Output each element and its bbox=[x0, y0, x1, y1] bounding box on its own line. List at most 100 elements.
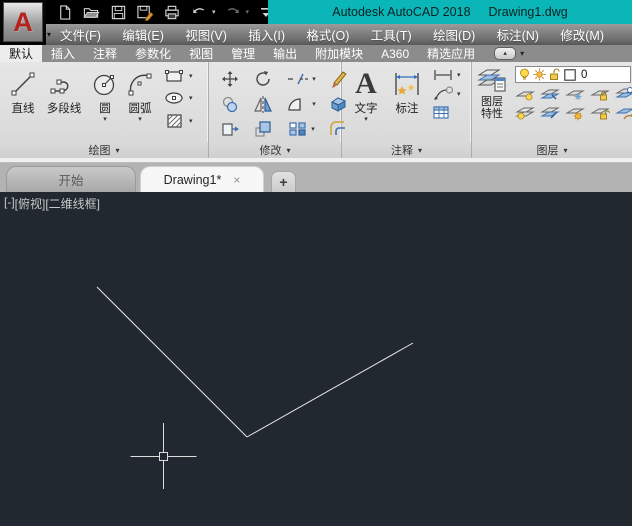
ribbon-tab-home[interactable]: 默认 bbox=[0, 45, 43, 62]
file-tab-close-icon[interactable]: × bbox=[233, 173, 240, 187]
menu-dimension[interactable]: 标注(N) bbox=[497, 25, 539, 44]
menu-draw[interactable]: 绘图(D) bbox=[433, 25, 475, 44]
move-icon bbox=[222, 70, 238, 87]
text-button[interactable]: A 文字 ▾ bbox=[348, 66, 384, 142]
linear-dimension-dropdown-icon[interactable]: ▾ bbox=[457, 71, 461, 79]
model-space-canvas[interactable] bbox=[0, 192, 632, 526]
layer-properties-button[interactable]: 图层特性 bbox=[477, 65, 507, 142]
menu-insert[interactable]: 插入(I) bbox=[248, 25, 285, 44]
line-button[interactable]: 直线 bbox=[6, 66, 40, 142]
ribbon-tab-parametric[interactable]: 参数化 bbox=[126, 45, 180, 62]
layers-panel: 图层特性 0 图层 ▾ bbox=[472, 62, 632, 158]
visual-style-control[interactable]: [二维线框] bbox=[45, 195, 100, 212]
new-file-icon[interactable] bbox=[54, 2, 74, 22]
layer-unlock-all-button[interactable] bbox=[590, 105, 610, 121]
modify-panel-footer[interactable]: 修改 ▾ bbox=[209, 142, 341, 158]
annotation-panel-footer[interactable]: 注释 ▾ bbox=[342, 142, 471, 158]
layer-lock-button[interactable] bbox=[590, 86, 610, 102]
linear-dimension-button[interactable]: ▾ bbox=[432, 68, 461, 82]
arc-button[interactable]: 圆弧 ▾ bbox=[122, 66, 158, 142]
polyline-button[interactable]: 多段线 bbox=[40, 66, 88, 142]
drawing-viewport[interactable]: [-] [俯视] [二维线框] bbox=[0, 192, 632, 526]
ribbon-tab-a360[interactable]: A360 bbox=[372, 45, 418, 62]
leader-button[interactable]: ▾ bbox=[432, 86, 461, 101]
array-dropdown-icon[interactable]: ▾ bbox=[311, 125, 315, 133]
ellipse-button[interactable]: ▾ bbox=[164, 90, 193, 106]
ribbon: 直线 多段线 圆 ▾ 圆弧 ▾ ▾ ▾ ▾ 绘图 ▾ ▾ ▾ ▾ 修改 ▾ A … bbox=[0, 62, 632, 158]
arc-icon bbox=[125, 66, 155, 102]
ribbon-minimize-button[interactable]: ▴ bbox=[494, 47, 517, 60]
menu-format[interactable]: 格式(O) bbox=[306, 25, 349, 44]
menu-view[interactable]: 视图(V) bbox=[185, 25, 227, 44]
app-title: Autodesk AutoCAD 2018 bbox=[332, 5, 471, 19]
text-dropdown-icon[interactable]: ▾ bbox=[364, 116, 368, 123]
viewport-menu-control[interactable]: [-] bbox=[4, 195, 15, 212]
hatch-dropdown-icon[interactable]: ▾ bbox=[189, 117, 193, 125]
mirror-button[interactable] bbox=[253, 94, 273, 114]
fillet-button[interactable]: ▾ bbox=[286, 96, 316, 112]
rotate-button[interactable] bbox=[253, 69, 273, 89]
menu-file[interactable]: 文件(F) bbox=[60, 25, 101, 44]
menu-tools[interactable]: 工具(T) bbox=[371, 25, 412, 44]
layer-thaw-all-button[interactable] bbox=[565, 105, 585, 121]
draw-panel-footer[interactable]: 绘图 ▾ bbox=[0, 142, 208, 158]
layer-on-bulb-icon bbox=[520, 68, 529, 80]
ribbon-tab-featured-apps[interactable]: 精选应用 bbox=[418, 45, 484, 62]
stretch-button[interactable] bbox=[220, 120, 240, 138]
application-menu-button[interactable]: A ▾ bbox=[3, 2, 51, 42]
save-as-icon[interactable] bbox=[135, 2, 155, 22]
menu-edit[interactable]: 编辑(E) bbox=[122, 25, 164, 44]
redo-icon[interactable] bbox=[223, 2, 243, 22]
dimension-icon bbox=[392, 66, 422, 102]
menu-modify[interactable]: 修改(M) bbox=[560, 25, 604, 44]
ribbon-minimize-icon: ▴ bbox=[503, 50, 507, 57]
ribbon-tab-annotate[interactable]: 注释 bbox=[84, 45, 126, 62]
ribbon-minimize-dropdown-icon[interactable]: ▾ bbox=[520, 49, 524, 58]
layer-isolate-button[interactable] bbox=[540, 86, 560, 102]
ribbon-tab-manage[interactable]: 管理 bbox=[222, 45, 264, 62]
move-button[interactable] bbox=[220, 69, 240, 89]
circle-dropdown-icon[interactable]: ▾ bbox=[103, 116, 107, 123]
menu-bar: 文件(F) 编辑(E) 视图(V) 插入(I) 格式(O) 工具(T) 绘图(D… bbox=[46, 24, 632, 45]
hatch-button[interactable]: ▾ bbox=[164, 112, 193, 130]
fillet-dropdown-icon[interactable]: ▾ bbox=[312, 100, 316, 108]
file-tab-drawing1[interactable]: Drawing1* × bbox=[140, 166, 264, 192]
layer-freeze-button[interactable] bbox=[565, 86, 585, 102]
redo-dropdown-icon[interactable]: ▾ bbox=[246, 8, 250, 16]
layer-make-current-button[interactable] bbox=[615, 86, 632, 102]
ribbon-tab-view[interactable]: 视图 bbox=[180, 45, 222, 62]
rectangle-dropdown-icon[interactable]: ▾ bbox=[189, 72, 193, 80]
new-drawing-tab-button[interactable]: + bbox=[271, 171, 296, 192]
drawn-line-1[interactable] bbox=[96, 286, 248, 438]
layer-match-button[interactable] bbox=[615, 105, 632, 121]
arc-dropdown-icon[interactable]: ▾ bbox=[138, 116, 142, 123]
plot-icon[interactable] bbox=[162, 2, 182, 22]
rectangle-button[interactable]: ▾ bbox=[164, 68, 193, 84]
ribbon-tab-output[interactable]: 输出 bbox=[264, 45, 306, 62]
drawn-line-2[interactable] bbox=[246, 342, 414, 438]
layer-on-all-button[interactable] bbox=[515, 105, 535, 121]
layers-panel-footer[interactable]: 图层 ▾ bbox=[472, 142, 632, 158]
ribbon-tab-addins[interactable]: 附加模块 bbox=[306, 45, 372, 62]
dimension-button[interactable]: 标注 bbox=[388, 66, 426, 142]
copy-button[interactable] bbox=[220, 94, 240, 114]
undo-dropdown-icon[interactable]: ▾ bbox=[212, 8, 216, 16]
undo-icon[interactable] bbox=[189, 2, 209, 22]
ribbon-tab-insert[interactable]: 插入 bbox=[42, 45, 84, 62]
open-icon[interactable] bbox=[81, 2, 101, 22]
circle-button[interactable]: 圆 ▾ bbox=[88, 66, 122, 142]
view-control[interactable]: [俯视] bbox=[15, 195, 46, 212]
scale-button[interactable] bbox=[253, 119, 273, 139]
trim-dropdown-icon[interactable]: ▾ bbox=[312, 75, 316, 83]
ellipse-dropdown-icon[interactable]: ▾ bbox=[189, 94, 193, 102]
ribbon-tab-bar: 默认 插入 注释 参数化 视图 管理 输出 附加模块 A360 精选应用 ▴ ▾ bbox=[0, 45, 632, 62]
layer-dropdown[interactable]: 0 bbox=[515, 66, 631, 83]
file-tab-start[interactable]: 开始 bbox=[6, 166, 136, 192]
layer-unisolate-button[interactable] bbox=[540, 105, 560, 121]
leader-dropdown-icon[interactable]: ▾ bbox=[457, 90, 461, 98]
array-button[interactable]: ▾ bbox=[287, 120, 315, 138]
layer-off-button[interactable] bbox=[515, 86, 535, 102]
trim-button[interactable]: ▾ bbox=[286, 72, 316, 86]
save-icon[interactable] bbox=[108, 2, 128, 22]
table-button[interactable] bbox=[432, 105, 461, 120]
